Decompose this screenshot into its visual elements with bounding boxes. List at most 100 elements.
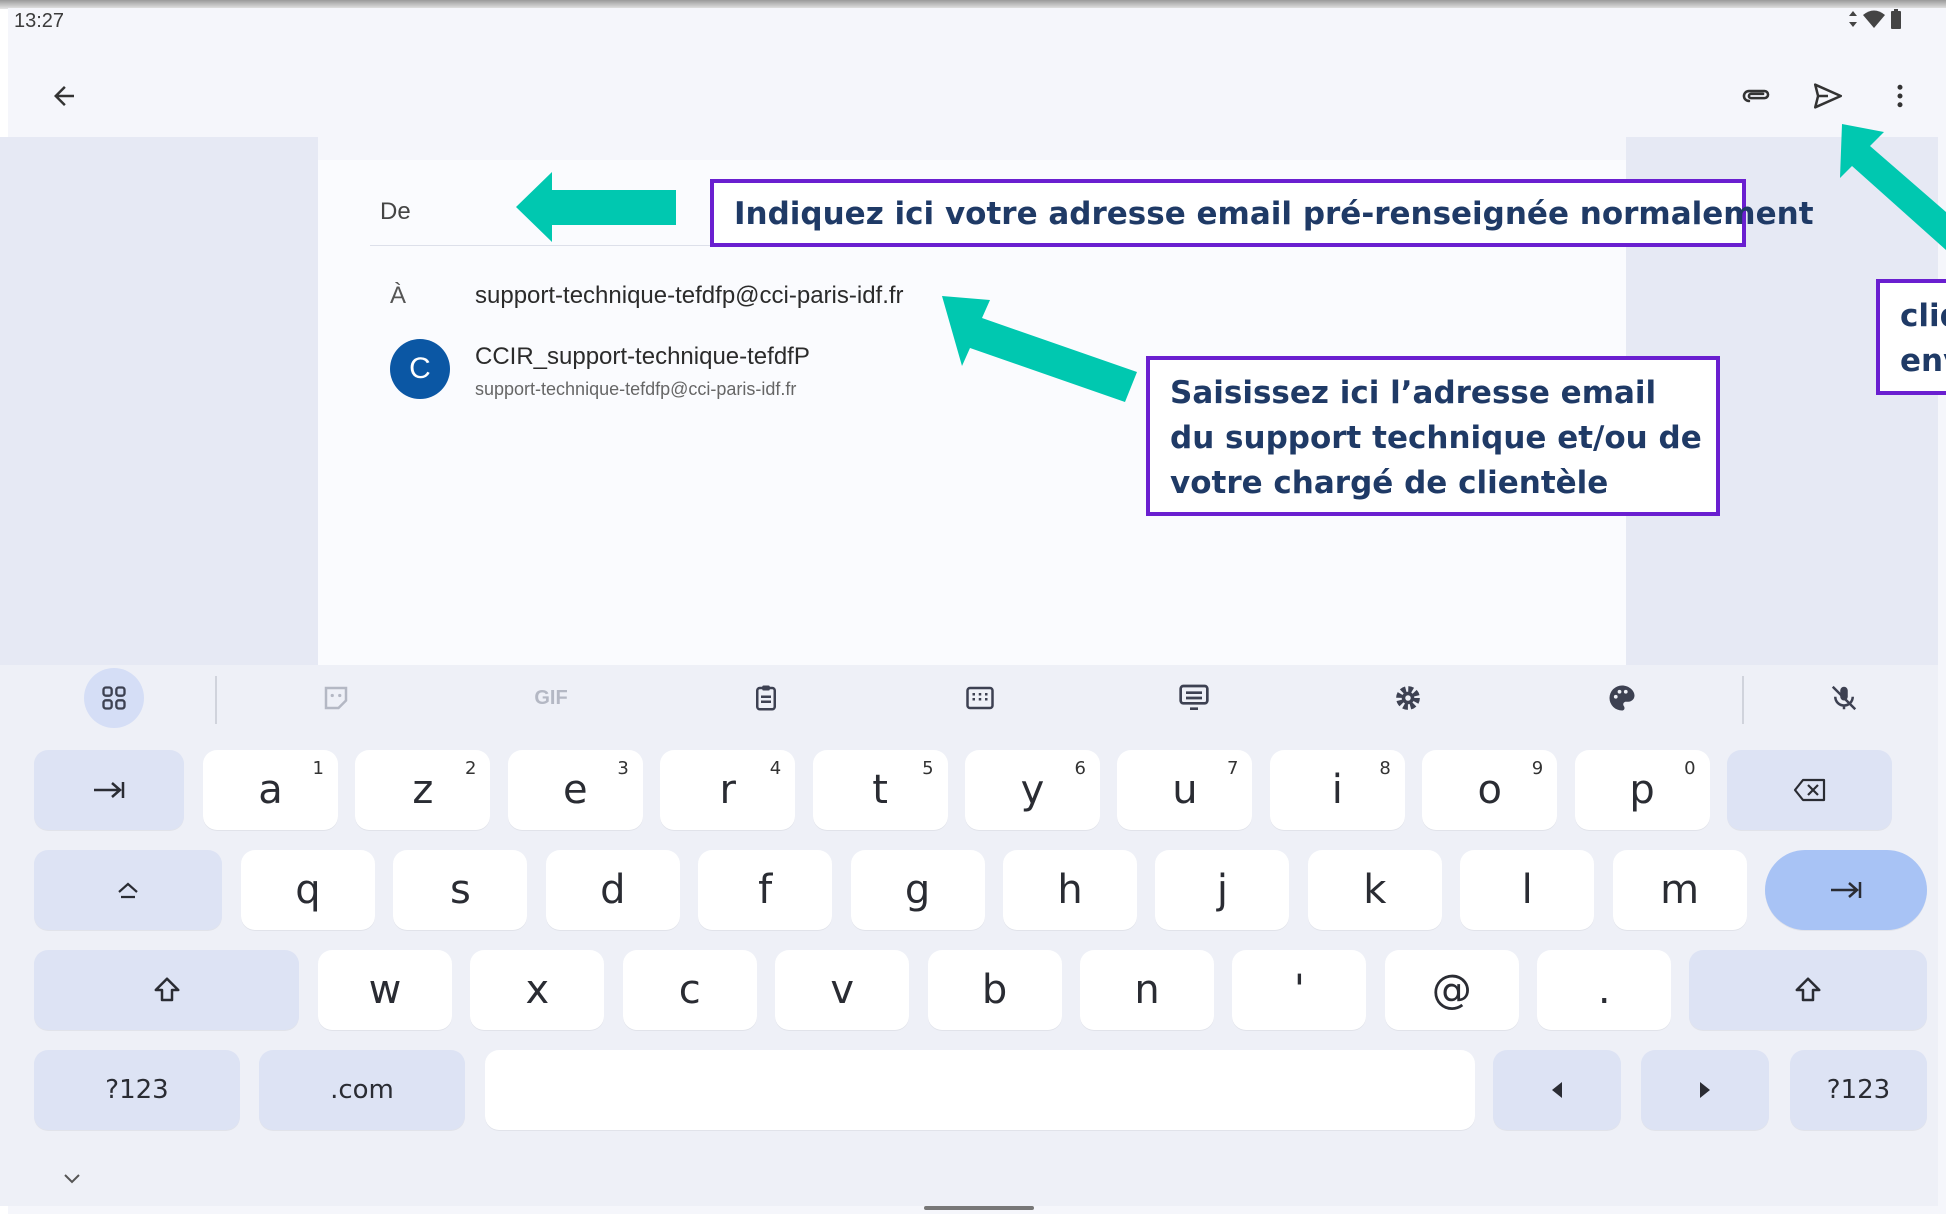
key[interactable]: m xyxy=(1612,850,1747,930)
key-number-hint: 9 xyxy=(1531,758,1544,779)
gesture-handle xyxy=(924,1206,1034,1210)
caps-icon xyxy=(118,882,138,899)
arrow-to-from-field xyxy=(516,172,676,242)
key[interactable]: c xyxy=(622,950,757,1030)
key-label: z xyxy=(412,767,434,813)
key-label: w xyxy=(368,967,402,1013)
key-label: v xyxy=(830,967,855,1013)
key[interactable]: p0 xyxy=(1574,750,1710,830)
voice-input-button[interactable] xyxy=(1814,668,1874,728)
key-label: @ xyxy=(1431,967,1472,1013)
dotcom-key[interactable]: .com xyxy=(259,1050,465,1130)
shift-key-left[interactable] xyxy=(34,950,299,1030)
grid-icon xyxy=(102,686,126,710)
sticker-icon xyxy=(324,686,348,710)
key[interactable]: z2 xyxy=(355,750,491,830)
key-label: ' xyxy=(1293,967,1305,1013)
caps-key[interactable] xyxy=(34,850,222,930)
hide-keyboard-button[interactable] xyxy=(62,1172,82,1191)
cursor-right-key[interactable] xyxy=(1641,1050,1769,1130)
tab-icon xyxy=(94,782,125,798)
key-label: q xyxy=(295,867,321,913)
key[interactable]: l xyxy=(1460,850,1595,930)
key-label: e xyxy=(562,767,588,813)
key-number-hint: 3 xyxy=(617,758,629,779)
key[interactable]: d xyxy=(545,850,680,930)
annotation-from: Indiquez ici votre adresse email pré-ren… xyxy=(710,179,1814,247)
annotation-to: Saisissez ici l’adresse email du support… xyxy=(1146,356,1720,516)
annotation-send-line: cliq xyxy=(1900,298,1946,334)
palette-icon xyxy=(1609,685,1635,711)
key[interactable]: j xyxy=(1155,850,1290,930)
settings-button[interactable] xyxy=(1378,668,1438,728)
key[interactable]: e3 xyxy=(507,750,643,830)
key[interactable]: u7 xyxy=(1117,750,1253,830)
key-label: d xyxy=(600,867,626,913)
next-key[interactable] xyxy=(1765,850,1927,930)
key[interactable]: g xyxy=(850,850,985,930)
toolbar-divider xyxy=(215,676,217,724)
key[interactable]: s xyxy=(393,850,528,930)
shift-key-right[interactable] xyxy=(1689,950,1927,1030)
key-number-hint: 4 xyxy=(769,758,782,779)
key[interactable]: . xyxy=(1537,950,1672,1030)
key[interactable]: ' xyxy=(1232,950,1367,1030)
apps-button[interactable] xyxy=(84,668,144,728)
symbols-key-right[interactable]: ?123 xyxy=(1790,1050,1927,1130)
key-label: a xyxy=(258,767,283,813)
key-label: i xyxy=(1331,767,1343,813)
gear-icon xyxy=(1396,686,1420,710)
tab-key[interactable] xyxy=(34,750,184,830)
symbols-key-left[interactable]: ?123 xyxy=(34,1050,240,1130)
key-label: x xyxy=(525,967,550,1013)
key-label: t xyxy=(872,767,888,813)
keyboard-layout-button[interactable] xyxy=(1164,668,1224,728)
key-label: j xyxy=(1216,867,1228,913)
key-label: n xyxy=(1134,967,1160,1013)
mic-off-icon xyxy=(1831,685,1857,711)
backspace-icon xyxy=(1793,778,1825,802)
annotation-send-line: env xyxy=(1900,343,1946,379)
key[interactable]: a1 xyxy=(203,750,338,830)
clipboard-button[interactable] xyxy=(736,668,796,728)
key[interactable]: v xyxy=(775,950,910,1030)
key-number-hint: 0 xyxy=(1684,758,1696,779)
key[interactable]: b xyxy=(927,950,1062,1030)
key[interactable]: y6 xyxy=(965,750,1100,830)
key[interactable]: w xyxy=(318,950,452,1030)
clipboard-icon xyxy=(756,685,776,711)
shift-icon xyxy=(154,977,179,1002)
key[interactable]: o9 xyxy=(1422,750,1558,830)
key-label: b xyxy=(981,967,1008,1013)
key[interactable]: x xyxy=(470,950,605,1030)
key[interactable]: r4 xyxy=(660,750,796,830)
key[interactable]: t5 xyxy=(812,750,948,830)
key-label: s xyxy=(449,867,471,913)
key[interactable]: k xyxy=(1307,850,1442,930)
key-label: k xyxy=(1363,867,1387,913)
theme-button[interactable] xyxy=(1592,668,1652,728)
key[interactable]: f xyxy=(698,850,833,930)
sticker-button[interactable] xyxy=(306,668,366,728)
key-label: r xyxy=(719,767,736,813)
cursor-left-key[interactable] xyxy=(1493,1050,1621,1130)
key-label: h xyxy=(1057,867,1083,913)
arrow-to-send-button xyxy=(1840,124,1946,250)
key[interactable]: i8 xyxy=(1269,750,1405,830)
tab-icon xyxy=(1831,882,1862,898)
key-number-hint: 6 xyxy=(1074,758,1086,779)
gif-button[interactable]: GIF xyxy=(521,668,581,728)
key[interactable]: @ xyxy=(1384,950,1519,1030)
backspace-key[interactable] xyxy=(1727,750,1892,830)
key-label: o xyxy=(1477,767,1502,813)
numpad-button[interactable] xyxy=(950,668,1010,728)
toolbar-divider xyxy=(1742,676,1744,724)
space-key[interactable] xyxy=(485,1050,1475,1130)
annotation-to-line: votre chargé de clientèle xyxy=(1170,465,1609,501)
key[interactable]: h xyxy=(1003,850,1137,930)
key[interactable]: n xyxy=(1080,950,1214,1030)
caret-right-icon xyxy=(1700,1082,1710,1098)
key[interactable]: q xyxy=(241,850,375,930)
key-label: p xyxy=(1629,767,1655,813)
key-label: m xyxy=(1660,867,1700,913)
